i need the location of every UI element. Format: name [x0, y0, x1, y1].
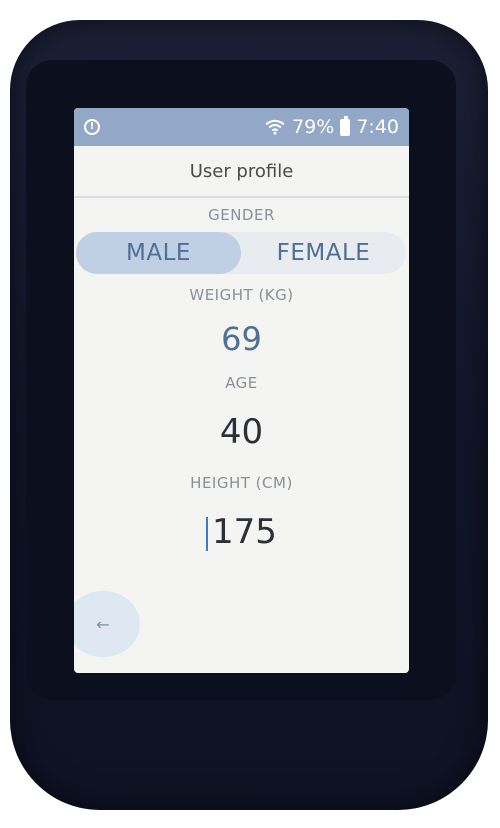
gender-option-male[interactable]: MALE — [76, 232, 241, 274]
battery-percent: 79% — [292, 116, 335, 138]
status-bar: ! 79% 7:40 — [74, 108, 409, 146]
gender-toggle[interactable]: MALE FEMALE — [76, 232, 406, 274]
screen: ! 79% 7:40 User profile GENDER MALE FEMA… — [74, 108, 409, 673]
text-cursor — [206, 516, 209, 551]
info-icon: ! — [84, 119, 100, 135]
height-label: HEIGHT (CM) — [190, 474, 293, 492]
weight-value[interactable]: 69 — [74, 320, 409, 358]
gender-option-female[interactable]: FEMALE — [241, 232, 406, 274]
wifi-icon — [265, 119, 285, 135]
arrow-left-icon: ← — [96, 614, 110, 634]
weight-label: WEIGHT (KG) — [189, 286, 294, 304]
status-right: 79% 7:40 — [264, 115, 399, 138]
page-title: User profile — [74, 146, 409, 198]
battery-icon — [340, 115, 351, 136]
gender-label: GENDER — [208, 206, 275, 224]
age-value[interactable]: 40 — [74, 412, 409, 452]
back-button[interactable]: ← — [74, 591, 140, 657]
height-value: 175 — [212, 512, 277, 552]
clock: 7:40 — [356, 116, 399, 138]
height-field[interactable]: 175 — [74, 512, 409, 552]
age-label: AGE — [225, 374, 258, 392]
